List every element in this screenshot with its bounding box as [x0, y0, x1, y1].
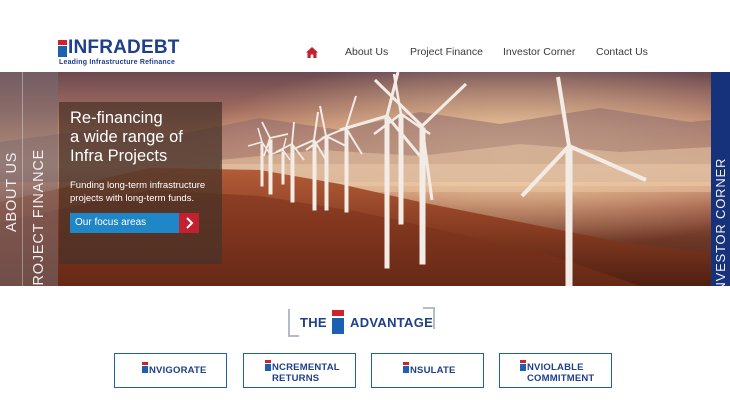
nav-investor-corner[interactable]: Investor Corner: [503, 46, 575, 58]
tab-investor-corner-panel[interactable]: INVESTOR CORNER: [711, 72, 730, 286]
brand-i-icon: [403, 362, 409, 373]
chevron-right-icon[interactable]: [179, 213, 199, 233]
home-icon[interactable]: [306, 47, 318, 58]
advantage-heading: THE ADVANTAGE: [288, 307, 438, 337]
pillar-insulate[interactable]: NSULATE: [371, 353, 484, 388]
brand-i-icon: [265, 360, 271, 371]
promo-title: Re-financing a wide range of Infra Proje…: [70, 109, 220, 166]
promo-title-line: a wide range of: [70, 128, 183, 146]
promo-title-line: Re-financing: [70, 109, 163, 127]
focus-areas-button-label: Our focus areas: [75, 217, 147, 228]
pillar-incremental-returns[interactable]: NCREMENTAL RETURNS: [243, 353, 356, 388]
promo-title-line: Infra Projects: [70, 147, 168, 165]
pillar-label-line2: COMMITMENT: [527, 373, 595, 384]
logo-tagline: Leading Infrastructure Refinance: [59, 59, 176, 66]
logo-name: INFRADEBT: [68, 37, 180, 58]
brand-i-icon: [520, 360, 526, 371]
hero-banner: ABOUT US PROJECT FINANCE INVESTOR CORNER…: [0, 72, 730, 286]
focus-areas-button[interactable]: Our focus areas: [70, 213, 199, 233]
pillar-inviolable-commitment[interactable]: NVIOLABLE COMMITMENT: [499, 353, 612, 388]
promo-desc-line: Funding long-term infrastructure: [70, 180, 206, 191]
pillar-invigorate[interactable]: NVIGORATE: [114, 353, 227, 388]
promo-desc-line: projects with long-term funds.: [70, 193, 195, 204]
pillar-label: NVIGORATE: [149, 365, 207, 376]
pillar-label-line2: RETURNS: [272, 373, 320, 384]
nav-project-finance[interactable]: Project Finance: [410, 46, 483, 58]
promo-description: Funding long-term infrastructure project…: [70, 179, 220, 205]
hero-promo-panel: Re-financing a wide range of Infra Proje…: [59, 102, 222, 264]
tab-investor-corner[interactable]: INVESTOR CORNER: [713, 158, 728, 286]
bracket-left-decoration: [288, 309, 299, 337]
advantage-suffix: ADVANTAGE: [350, 315, 434, 330]
tab-about-us[interactable]: ABOUT US: [4, 152, 20, 232]
side-tabs-left: ABOUT US PROJECT FINANCE: [0, 72, 58, 286]
logo-mark-icon: [58, 40, 67, 57]
tab-project-finance[interactable]: PROJECT FINANCE: [31, 149, 47, 286]
brand-i-icon: [142, 362, 148, 373]
side-tab-divider: [22, 72, 23, 286]
site-header: INFRADEBT Leading Infrastructure Refinan…: [0, 0, 730, 72]
nav-about-us[interactable]: About Us: [345, 46, 388, 58]
brand-i-icon: [332, 310, 344, 334]
pillar-label: NVIOLABLE: [527, 362, 584, 373]
pillar-label: NCREMENTAL: [272, 362, 340, 373]
nav-contact-us[interactable]: Contact Us: [596, 46, 648, 58]
pillar-label: NSULATE: [410, 365, 456, 376]
advantage-prefix: THE: [300, 315, 327, 330]
